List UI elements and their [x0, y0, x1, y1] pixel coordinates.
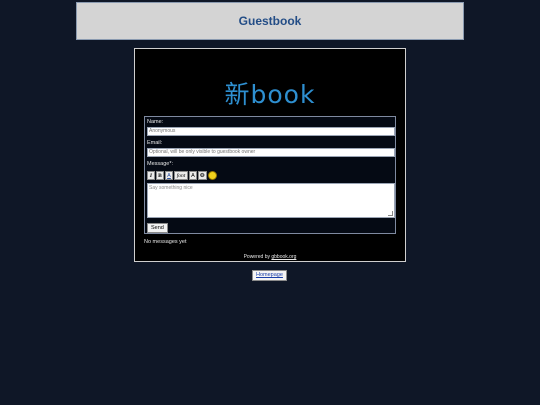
font-button[interactable]: font: [174, 171, 188, 180]
name-input[interactable]: [147, 127, 395, 136]
page-title: Guestbook: [238, 14, 302, 28]
image-button[interactable]: ❂: [198, 171, 207, 180]
message-label: Message*:: [147, 161, 173, 167]
guestbook-logo: 新book: [224, 80, 316, 109]
message-textarea[interactable]: Say something nice: [147, 183, 395, 218]
guestbook-panel: 新book Name: Email: Message*: I B A font …: [134, 48, 406, 262]
font-size-button[interactable]: A: [189, 171, 197, 180]
bold-button[interactable]: B: [156, 171, 164, 180]
header-banner: Guestbook: [76, 2, 464, 40]
smiley-icon[interactable]: [207, 171, 217, 180]
homepage-button[interactable]: Homepage: [252, 270, 287, 281]
powered-by-text: Powered by: [243, 254, 272, 260]
no-messages-text: No messages yet: [144, 239, 187, 245]
message-placeholder: Say something nice: [149, 185, 193, 191]
name-label: Name:: [147, 119, 164, 125]
email-input[interactable]: [147, 148, 395, 157]
resize-handle-icon[interactable]: [388, 211, 393, 216]
post-form: Name: Email: Message*: I B A font A ❂ Sa…: [144, 116, 396, 234]
send-button[interactable]: Send: [147, 223, 168, 233]
underline-button[interactable]: A: [165, 171, 173, 180]
email-label: Email:: [147, 140, 163, 146]
italic-button[interactable]: I: [147, 171, 155, 180]
powered-by: Powered by gbbook.org: [135, 254, 405, 260]
powered-by-link[interactable]: gbbook.org: [271, 254, 296, 260]
format-toolbar: I B A font A ❂: [147, 171, 217, 180]
